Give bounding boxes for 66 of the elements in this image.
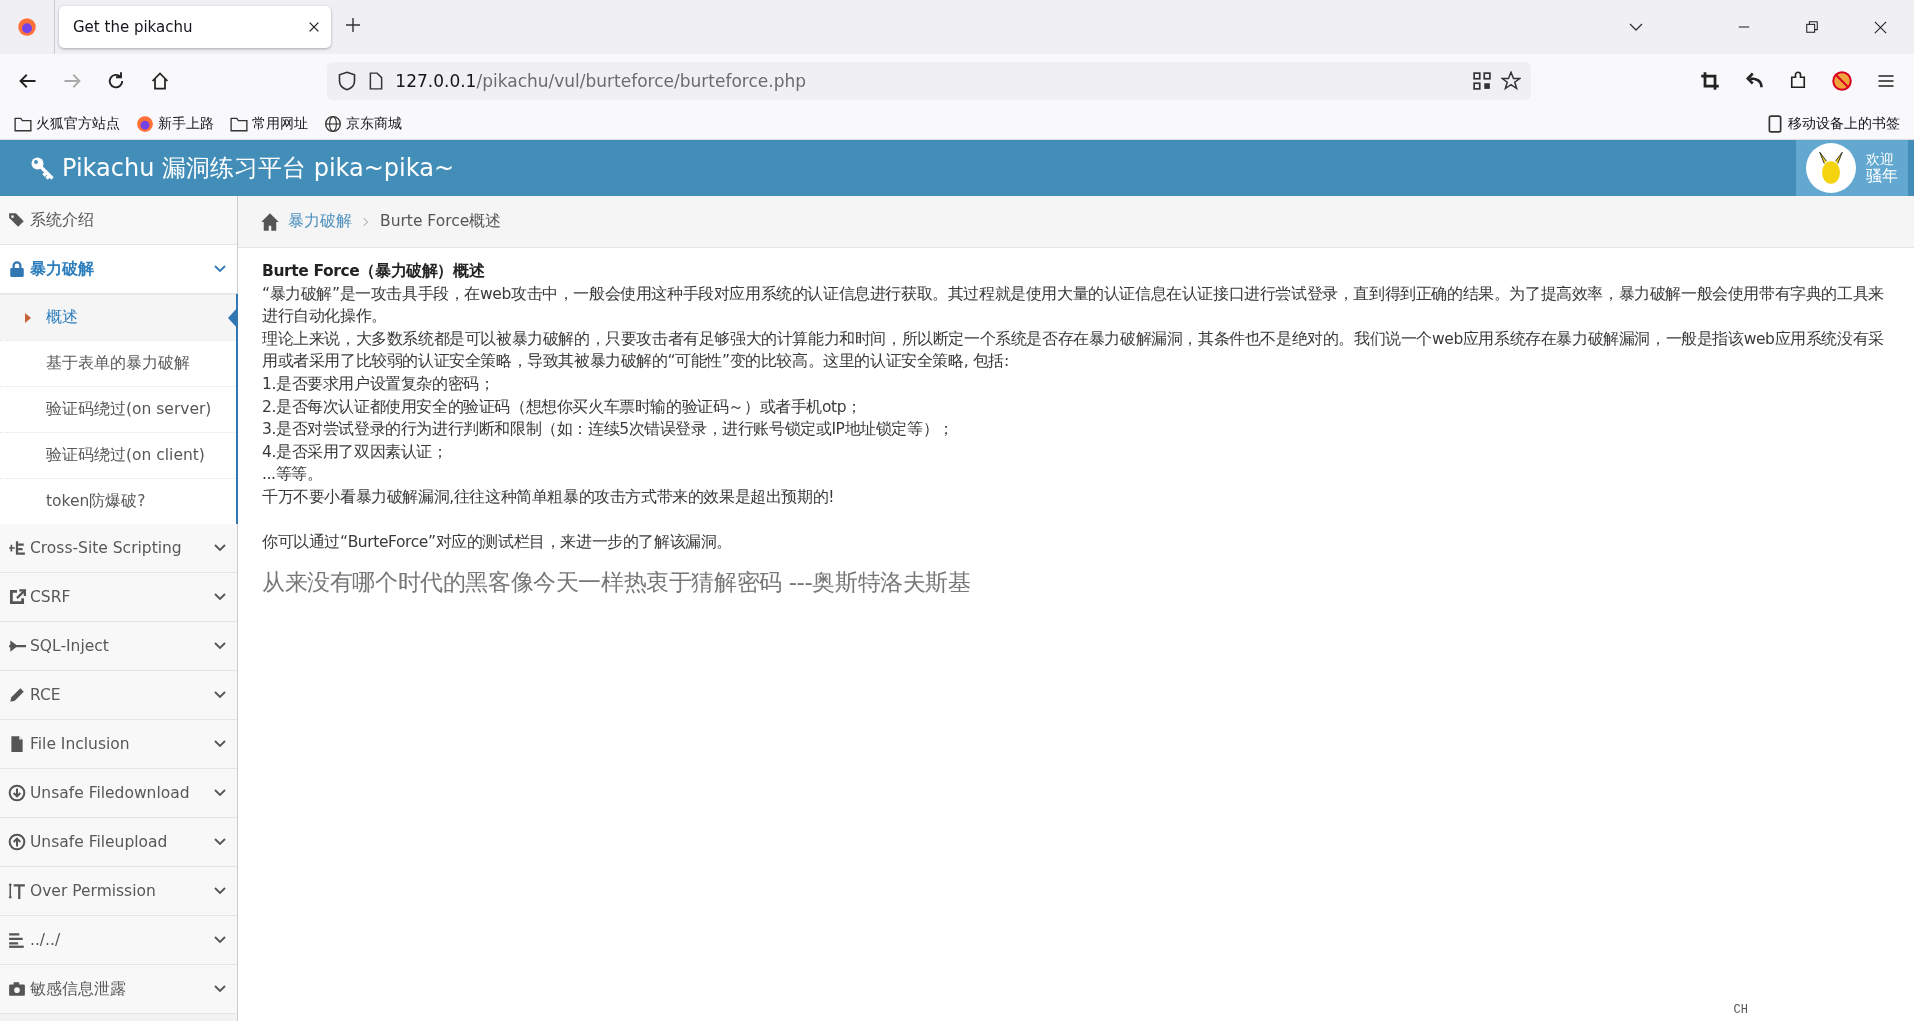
paragraph: 你可以通过“BurteForce”对应的测试栏目，来进一步的了解该漏洞。 bbox=[262, 531, 734, 553]
shield-icon bbox=[337, 71, 358, 91]
sidebar-item[interactable]: 敏感信息泄露 bbox=[0, 965, 237, 1014]
submenu-item[interactable]: 验证码绕过(on server) bbox=[0, 386, 236, 432]
sidebar-item[interactable]: ../../ bbox=[0, 916, 237, 965]
sidebar-item[interactable]: 暴力破解 bbox=[0, 245, 237, 294]
text-height-icon bbox=[8, 882, 26, 900]
submenu-item[interactable]: 概述 bbox=[0, 294, 236, 340]
paragraph: 千万不要小看暴力破解漏洞,往往这种简单粗暴的攻击方式带来的效果是超出预期的! bbox=[262, 486, 835, 508]
firefox-icon bbox=[136, 114, 154, 133]
key-icon bbox=[30, 156, 54, 180]
phone-icon bbox=[1766, 114, 1784, 133]
plus-icon[interactable] bbox=[345, 17, 361, 33]
file-icon bbox=[8, 735, 26, 753]
crop-icon[interactable] bbox=[1700, 71, 1721, 91]
bookmark-item[interactable]: 火狐官方站点 bbox=[14, 114, 120, 133]
qr-code-icon[interactable] bbox=[1472, 72, 1491, 90]
align-left-icon bbox=[8, 931, 26, 949]
home-icon[interactable] bbox=[149, 71, 170, 91]
paragraph: ...等等。 bbox=[262, 464, 324, 486]
sidebar-item[interactable]: 系统介绍 bbox=[0, 196, 237, 245]
sidebar-item[interactable]: CSRF bbox=[0, 573, 237, 622]
section-heading: Burte Force（暴力破解）概述 bbox=[262, 261, 486, 282]
share-icon bbox=[8, 588, 26, 606]
tags-icon bbox=[8, 211, 26, 229]
sidebar-item[interactable]: RCE bbox=[0, 671, 237, 720]
star-icon[interactable] bbox=[1500, 71, 1521, 91]
bookmark-item[interactable]: 京东商城 bbox=[324, 114, 402, 133]
mobile-bookmarks[interactable]: 移动设备上的书签 bbox=[1766, 114, 1900, 133]
ime-indicator[interactable]: CH bbox=[1733, 1003, 1748, 1017]
list-icon bbox=[8, 539, 26, 557]
paragraph: 1.是否要求用户设置复杂的密码； bbox=[262, 373, 496, 395]
firefox-icon[interactable] bbox=[17, 17, 37, 37]
paragraph: 2.是否每次认证都使用安全的验证码（想想你买火车票时输的验证码～）或者手机otp； bbox=[262, 396, 863, 418]
sidebar-item[interactable]: SQL-Inject bbox=[0, 622, 237, 671]
browser-tab[interactable]: Get the pikachu bbox=[59, 6, 331, 48]
camera-icon bbox=[8, 980, 26, 998]
sidebar-item[interactable]: Unsafe Fileupload bbox=[0, 818, 237, 867]
bookmark-item[interactable]: 常用网址 bbox=[230, 114, 308, 133]
sidebar-item[interactable]: Over Permission bbox=[0, 867, 237, 916]
globe-icon bbox=[324, 114, 342, 133]
sidebar-item[interactable]: File Inclusion bbox=[0, 720, 237, 769]
submenu-item[interactable]: 基于表单的暴力破解 bbox=[0, 340, 236, 386]
welcome-text: 欢迎 骚年 bbox=[1866, 151, 1898, 185]
sidebar-item[interactable]: Cross-Site Scripting bbox=[0, 524, 237, 573]
site-title: Pikachu 漏洞练习平台 pika~pika~ bbox=[62, 153, 456, 184]
close-icon[interactable] bbox=[307, 20, 321, 34]
lock-icon bbox=[8, 260, 26, 278]
home-icon bbox=[260, 211, 280, 232]
restore-icon[interactable] bbox=[1805, 20, 1819, 34]
paragraph: 3.是否对尝试登录的行为进行判断和限制（如：连续5次错误登录，进行账号锁定或IP地址锁定等）； bbox=[262, 419, 955, 441]
caret-icon bbox=[23, 311, 31, 324]
upload-circle-icon bbox=[8, 833, 26, 851]
bookmark-item[interactable]: 新手上路 bbox=[136, 114, 214, 133]
paragraph: 4.是否采用了双因素认证； bbox=[262, 441, 449, 463]
download-circle-icon bbox=[8, 784, 26, 802]
close-icon[interactable] bbox=[1872, 19, 1888, 35]
paragraph: “暴力破解”是一攻击具手段，在web攻击中，一般会使用这种手段对应用系统的认证信息进行获取。其过程就是使用大量的认证信息在认证接口进行尝试登录，直到得到正确的结果。为了提高效率，暴力破解一般会使用带有字典的工具来进行自动化操作。 bbox=[262, 283, 1885, 328]
paragraph: 理论上来说，大多数系统都是可以被暴力破解的，只要攻击者有足够强大的计算能力和时间，所以断定一个系统是否存在暴力破解漏洞，其条件也不是绝对的。我们说一个web应用系统存在暴力破解漏洞，一般是指该web应用系统没有采用或者采用了比较弱的认证安全策略，导致其被暴力破解的“可能性”变的比较高。这里的认证安全策略, 包括: bbox=[262, 328, 1885, 373]
submenu-item[interactable]: 验证码绕过(on client) bbox=[0, 432, 236, 478]
breadcrumb-current: Burte Force概述 bbox=[380, 211, 502, 232]
sidebar-item[interactable]: Unsafe Filedownload bbox=[0, 769, 237, 818]
pencil-icon bbox=[8, 686, 26, 704]
blocked-extension-icon[interactable] bbox=[1832, 71, 1853, 91]
quote-text: 从来没有哪个时代的黑客像今天一样热衷于猜解密码 ---奥斯特洛夫斯基 bbox=[262, 568, 972, 598]
address-bar[interactable]: 127.0.0.1/pikachu/vul/burteforce/burteforce.php bbox=[327, 62, 1531, 100]
